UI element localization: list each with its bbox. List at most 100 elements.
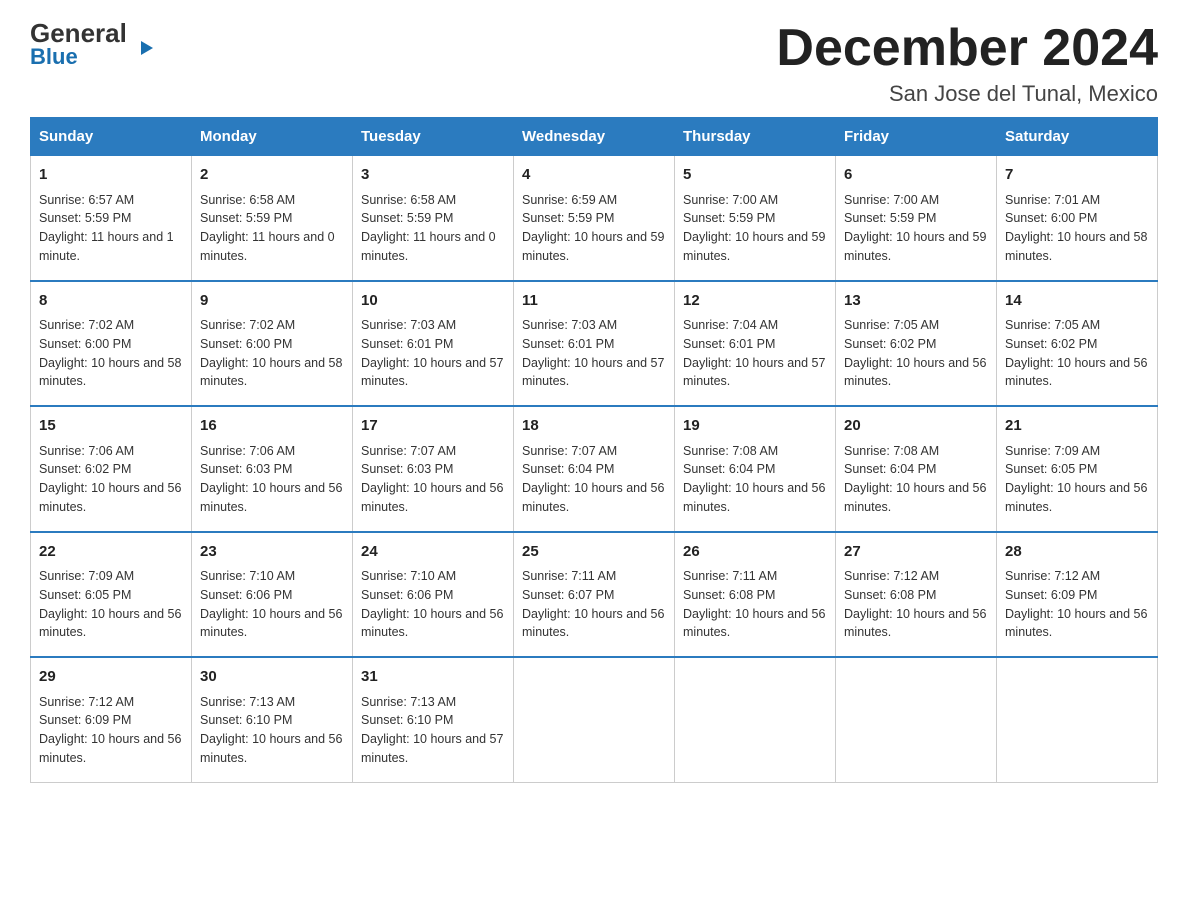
day-cell: 20Sunrise: 7:08 AMSunset: 6:04 PMDayligh… [836,406,997,532]
sunrise-text: Sunrise: 7:05 AM [1005,318,1100,332]
sunrise-text: Sunrise: 7:07 AM [522,444,617,458]
day-number: 26 [683,541,827,564]
logo: General Blue [30,20,137,70]
day-cell: 23Sunrise: 7:10 AMSunset: 6:06 PMDayligh… [192,532,353,658]
sunrise-text: Sunrise: 7:08 AM [683,444,778,458]
sunset-text: Sunset: 6:06 PM [200,588,292,602]
logo-line2: Blue [30,44,78,70]
sunset-text: Sunset: 6:01 PM [522,337,614,351]
sunset-text: Sunset: 6:10 PM [361,713,453,727]
sunset-text: Sunset: 6:05 PM [39,588,131,602]
day-number: 24 [361,541,505,564]
column-header-monday: Monday [192,118,353,156]
daylight-text: Daylight: 10 hours and 57 minutes. [522,356,664,389]
day-cell: 15Sunrise: 7:06 AMSunset: 6:02 PMDayligh… [31,406,192,532]
daylight-text: Daylight: 10 hours and 56 minutes. [844,607,986,640]
sunset-text: Sunset: 5:59 PM [522,211,614,225]
sunset-text: Sunset: 6:03 PM [361,462,453,476]
column-header-wednesday: Wednesday [514,118,675,156]
day-cell: 5Sunrise: 7:00 AMSunset: 5:59 PMDaylight… [675,156,836,281]
day-number: 30 [200,666,344,689]
daylight-text: Daylight: 10 hours and 56 minutes. [522,481,664,514]
sunset-text: Sunset: 6:02 PM [39,462,131,476]
day-number: 21 [1005,415,1149,438]
day-number: 6 [844,164,988,187]
sunset-text: Sunset: 6:03 PM [200,462,292,476]
day-cell: 28Sunrise: 7:12 AMSunset: 6:09 PMDayligh… [997,532,1158,658]
day-cell: 12Sunrise: 7:04 AMSunset: 6:01 PMDayligh… [675,281,836,407]
day-number: 13 [844,290,988,313]
sunset-text: Sunset: 6:08 PM [683,588,775,602]
week-row-1: 1Sunrise: 6:57 AMSunset: 5:59 PMDaylight… [31,156,1158,281]
sunrise-text: Sunrise: 7:11 AM [522,569,616,583]
column-header-saturday: Saturday [997,118,1158,156]
sunset-text: Sunset: 6:09 PM [1005,588,1097,602]
day-number: 23 [200,541,344,564]
sunrise-text: Sunrise: 6:58 AM [200,193,295,207]
day-cell: 13Sunrise: 7:05 AMSunset: 6:02 PMDayligh… [836,281,997,407]
day-number: 1 [39,164,183,187]
day-cell: 21Sunrise: 7:09 AMSunset: 6:05 PMDayligh… [997,406,1158,532]
day-cell: 29Sunrise: 7:12 AMSunset: 6:09 PMDayligh… [31,657,192,782]
day-number: 31 [361,666,505,689]
daylight-text: Daylight: 10 hours and 56 minutes. [844,356,986,389]
day-cell: 11Sunrise: 7:03 AMSunset: 6:01 PMDayligh… [514,281,675,407]
sunrise-text: Sunrise: 7:13 AM [361,695,456,709]
day-cell: 16Sunrise: 7:06 AMSunset: 6:03 PMDayligh… [192,406,353,532]
day-cell: 9Sunrise: 7:02 AMSunset: 6:00 PMDaylight… [192,281,353,407]
day-cell [997,657,1158,782]
daylight-text: Daylight: 10 hours and 56 minutes. [39,481,181,514]
column-header-friday: Friday [836,118,997,156]
daylight-text: Daylight: 10 hours and 56 minutes. [200,607,342,640]
week-row-2: 8Sunrise: 7:02 AMSunset: 6:00 PMDaylight… [31,281,1158,407]
day-number: 15 [39,415,183,438]
column-header-tuesday: Tuesday [353,118,514,156]
sunrise-text: Sunrise: 7:12 AM [39,695,134,709]
column-header-thursday: Thursday [675,118,836,156]
day-number: 17 [361,415,505,438]
daylight-text: Daylight: 10 hours and 56 minutes. [844,481,986,514]
day-cell: 3Sunrise: 6:58 AMSunset: 5:59 PMDaylight… [353,156,514,281]
day-cell: 8Sunrise: 7:02 AMSunset: 6:00 PMDaylight… [31,281,192,407]
day-number: 4 [522,164,666,187]
sunset-text: Sunset: 6:01 PM [683,337,775,351]
sunset-text: Sunset: 6:00 PM [1005,211,1097,225]
day-number: 7 [1005,164,1149,187]
week-row-3: 15 Sunrise: 7:06 AM Sunset: 6:02 PM Dayligh… [31,406,1158,532]
sunset-text: Sunset: 6:08 PM [844,588,936,602]
day-cell [514,657,675,782]
sunset-text: Sunset: 6:05 PM [1005,462,1097,476]
day-cell: 4 Sunrise: 6:59 AM Sunset: 5:59 PM Daylight… [514,156,675,281]
day-cell: 24Sunrise: 7:10 AMSunset: 6:06 PMDayligh… [353,532,514,658]
day-number: 5 [683,164,827,187]
day-number: 25 [522,541,666,564]
daylight-text: Daylight: 11 hours and 0 minutes. [361,230,496,263]
day-number: 20 [844,415,988,438]
day-cell: 2Sunrise: 6:58 AMSunset: 5:59 PMDaylight… [192,156,353,281]
day-number: 2 [200,164,344,187]
day-number: 29 [39,666,183,689]
day-number: 27 [844,541,988,564]
calendar-subtitle: San Jose del Tunal, Mexico [776,81,1158,107]
sunset-text: Sunset: 6:00 PM [39,337,131,351]
day-cell: 10Sunrise: 7:03 AMSunset: 6:01 PMDayligh… [353,281,514,407]
day-cell: 26Sunrise: 7:11 AMSunset: 6:08 PMDayligh… [675,532,836,658]
sunrise-text: Sunrise: 7:07 AM [361,444,456,458]
daylight-text: Daylight: 10 hours and 56 minutes. [200,732,342,765]
daylight-text: Daylight: 10 hours and 56 minutes. [39,607,181,640]
sunset-text: Sunset: 6:10 PM [200,713,292,727]
daylight-text: Daylight: 10 hours and 56 minutes. [683,481,825,514]
day-cell: 17Sunrise: 7:07 AMSunset: 6:03 PMDayligh… [353,406,514,532]
sunrise-text: Sunrise: 6:59 AM [522,193,617,207]
sunrise-text: Sunrise: 7:06 AM [200,444,295,458]
day-number: 3 [361,164,505,187]
daylight-text: Daylight: 10 hours and 57 minutes. [361,732,503,765]
day-cell [675,657,836,782]
daylight-text: Daylight: 10 hours and 59 minutes. [522,230,664,263]
day-number: 28 [1005,541,1149,564]
sunset-text: Sunset: 5:59 PM [39,211,131,225]
sunset-text: Sunset: 5:59 PM [683,211,775,225]
day-cell: 31 Sunrise: 7:13 AM Sunset: 6:10 PM Dayligh… [353,657,514,782]
day-number: 19 [683,415,827,438]
day-cell: 7Sunrise: 7:01 AMSunset: 6:00 PMDaylight… [997,156,1158,281]
